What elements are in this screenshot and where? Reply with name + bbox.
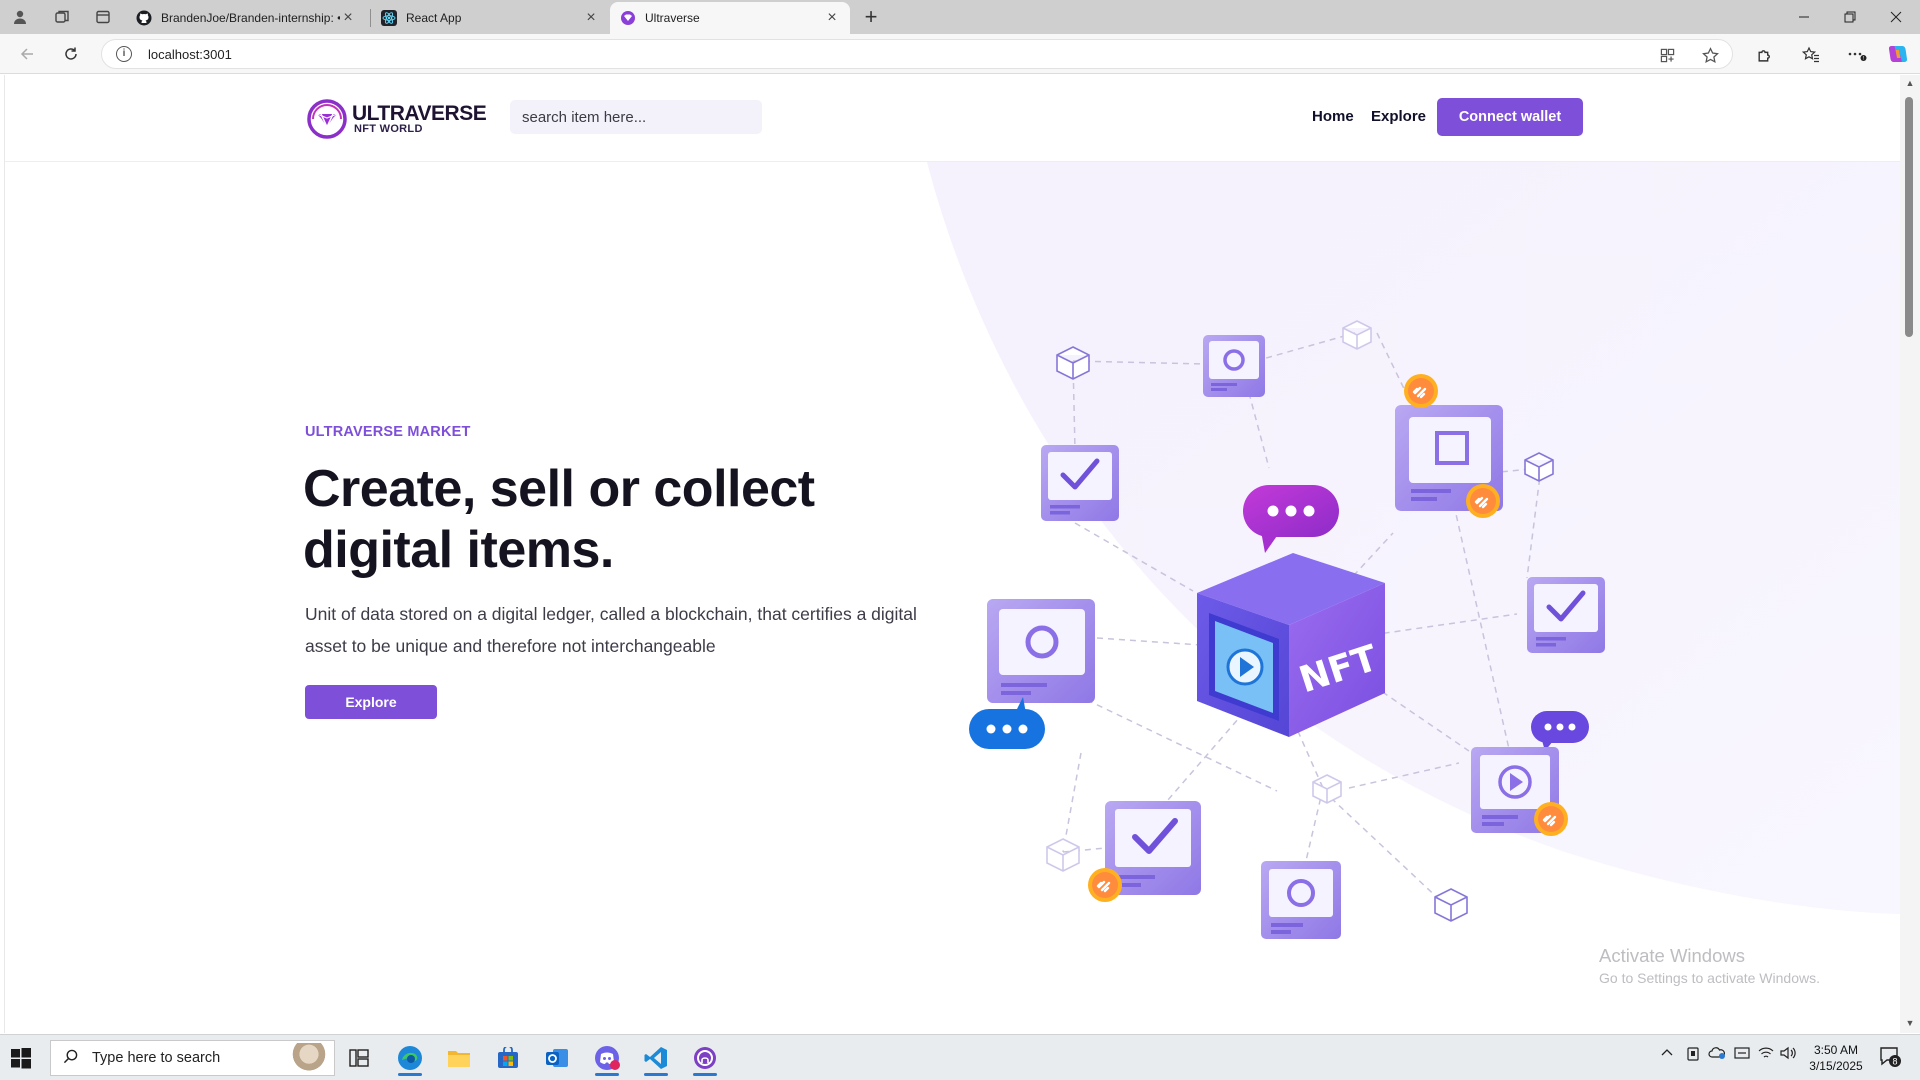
chat-bubble-icon <box>1243 485 1339 553</box>
notification-count: 8 <box>1892 1057 1897 1067</box>
cube-outline-icon <box>1312 774 1342 804</box>
refresh-button[interactable] <box>59 42 83 66</box>
watermark-title: Activate Windows <box>1599 945 1745 966</box>
extensions-icon[interactable] <box>1752 42 1776 66</box>
tab-actions-icon[interactable] <box>93 7 113 27</box>
cube-outline-icon <box>1524 452 1554 482</box>
clock-time: 3:50 AM <box>1813 1043 1859 1057</box>
github-desktop-icon[interactable] <box>685 1040 725 1076</box>
discord-icon[interactable] <box>587 1040 627 1076</box>
app-available-icon[interactable] <box>1657 45 1677 65</box>
address-bar[interactable]: i localhost:3001 <box>101 39 1733 69</box>
ultraverse-logo-icon <box>307 99 347 139</box>
hero-description: Unit of data stored on a digital ledger,… <box>305 604 917 656</box>
new-tab-button[interactable]: + <box>858 4 884 30</box>
nft-card-check-icon <box>1527 577 1605 653</box>
nft-cube-icon: NFT <box>1197 553 1385 737</box>
search-highlight-image <box>292 1043 326 1075</box>
taskbar-search-placeholder: Type here to search <box>92 1050 221 1066</box>
search-input[interactable] <box>510 100 762 134</box>
close-tab-icon[interactable]: × <box>340 9 356 27</box>
minimize-button[interactable] <box>1781 0 1827 34</box>
coin-link-icon <box>1088 868 1122 902</box>
settings-more-icon[interactable]: ! <box>1845 42 1869 66</box>
tab-ultraverse[interactable]: Ultraverse × <box>610 2 850 34</box>
file-explorer-icon[interactable] <box>439 1040 479 1076</box>
connect-wallet-button[interactable]: Connect wallet <box>1437 98 1583 136</box>
windows-taskbar: Type here to search 3:50 AM 3/15/2025 8 <box>0 1034 1920 1080</box>
vscode-icon[interactable] <box>636 1040 676 1076</box>
chat-bubble-icon <box>1531 711 1589 751</box>
tab-react-app[interactable]: React App × <box>371 2 609 34</box>
favorites-icon[interactable] <box>1799 42 1823 66</box>
hero-kicker: ULTRAVERSE MARKET <box>305 424 471 440</box>
nft-card-icon <box>1261 861 1341 939</box>
site-info-icon[interactable]: i <box>116 46 132 62</box>
nft-card-icon <box>987 599 1095 703</box>
github-icon <box>136 10 152 26</box>
cube-outline-icon <box>1342 320 1372 350</box>
cube-outline-icon <box>1434 888 1468 922</box>
clock-date: 3/15/2025 <box>1809 1059 1863 1073</box>
nft-card-check-icon <box>1041 445 1119 521</box>
page-viewport: ULTRAVERSE NFT WORLD Home Explore Connec… <box>4 75 1900 1033</box>
workspaces-icon[interactable] <box>52 7 72 27</box>
url-text: localhost:3001 <box>148 47 232 62</box>
close-tab-icon[interactable]: × <box>824 9 840 27</box>
chat-bubble-icon <box>969 697 1045 749</box>
notification-center-icon[interactable]: 8 <box>1878 1045 1902 1069</box>
hero-explore-button[interactable]: Explore <box>305 685 437 719</box>
show-hidden-icons-chevron-icon[interactable] <box>1660 1046 1674 1063</box>
close-tab-icon[interactable]: × <box>583 9 599 27</box>
restore-button[interactable] <box>1827 0 1873 34</box>
scroll-down-icon[interactable]: ▼ <box>1904 1018 1916 1028</box>
network-wifi-icon[interactable] <box>1758 1046 1774 1063</box>
tab-github[interactable]: BrandenJoe/Branden-internship: • × <box>126 2 366 34</box>
cube-outline-icon <box>1046 838 1080 872</box>
tab-title: Ultraverse <box>645 11 700 25</box>
taskbar-search-box[interactable]: Type here to search <box>50 1040 335 1076</box>
site-header: ULTRAVERSE NFT WORLD Home Explore Connec… <box>5 75 1900 162</box>
security-icon[interactable] <box>1734 1046 1750 1063</box>
coin-link-icon <box>1404 374 1438 408</box>
site-logo[interactable]: ULTRAVERSE NFT WORLD <box>305 99 487 139</box>
nft-network-illustration: NFT <box>969 320 1605 939</box>
browser-tab-bar: BrandenJoe/Branden-internship: • × React… <box>0 0 1920 34</box>
favorite-star-icon[interactable] <box>1700 45 1720 65</box>
copilot-icon[interactable] <box>1886 42 1910 66</box>
nav-home-link[interactable]: Home <box>1312 108 1354 125</box>
browser-toolbar: i localhost:3001 ! <box>0 34 1920 74</box>
back-button[interactable] <box>15 42 39 66</box>
coin-link-icon <box>1534 802 1568 836</box>
close-window-button[interactable] <box>1873 0 1919 34</box>
tab-title: React App <box>406 11 462 25</box>
ultraverse-icon <box>621 11 635 25</box>
volume-icon[interactable] <box>1780 1046 1796 1063</box>
search-icon <box>63 1049 78 1068</box>
svg-text:!: ! <box>1863 56 1864 62</box>
nft-card-icon <box>1203 335 1265 397</box>
task-view-icon[interactable] <box>339 1040 379 1076</box>
cube-outline-icon <box>1056 346 1090 380</box>
onedrive-icon[interactable] <box>1708 1046 1726 1063</box>
device-icon[interactable] <box>1686 1046 1700 1065</box>
logo-title: ULTRAVERSE <box>352 102 487 125</box>
tab-title: BrandenJoe/Branden-internship: • <box>161 11 340 25</box>
hero-headline: Create, sell or collect digital items. <box>303 460 815 579</box>
outlook-icon[interactable] <box>537 1040 577 1076</box>
scrollbar-thumb[interactable] <box>1905 97 1913 337</box>
scroll-up-icon[interactable]: ▲ <box>1904 78 1916 88</box>
profile-icon[interactable] <box>10 7 30 27</box>
edge-icon[interactable] <box>390 1040 430 1076</box>
store-icon[interactable] <box>488 1040 528 1076</box>
logo-subtitle: NFT WORLD <box>354 123 423 135</box>
windows-start-icon[interactable] <box>10 1047 32 1069</box>
coin-link-icon <box>1466 484 1500 518</box>
taskbar-clock[interactable]: 3:50 AM 3/15/2025 <box>1796 1042 1876 1074</box>
react-icon <box>381 10 397 26</box>
page-scrollbar[interactable]: ▲ ▼ <box>1900 75 1920 1033</box>
watermark-subtitle: Go to Settings to activate Windows. <box>1599 970 1820 986</box>
activate-windows-watermark: Activate Windows Go to Settings to activ… <box>1599 945 1820 986</box>
nav-explore-link[interactable]: Explore <box>1371 108 1426 125</box>
